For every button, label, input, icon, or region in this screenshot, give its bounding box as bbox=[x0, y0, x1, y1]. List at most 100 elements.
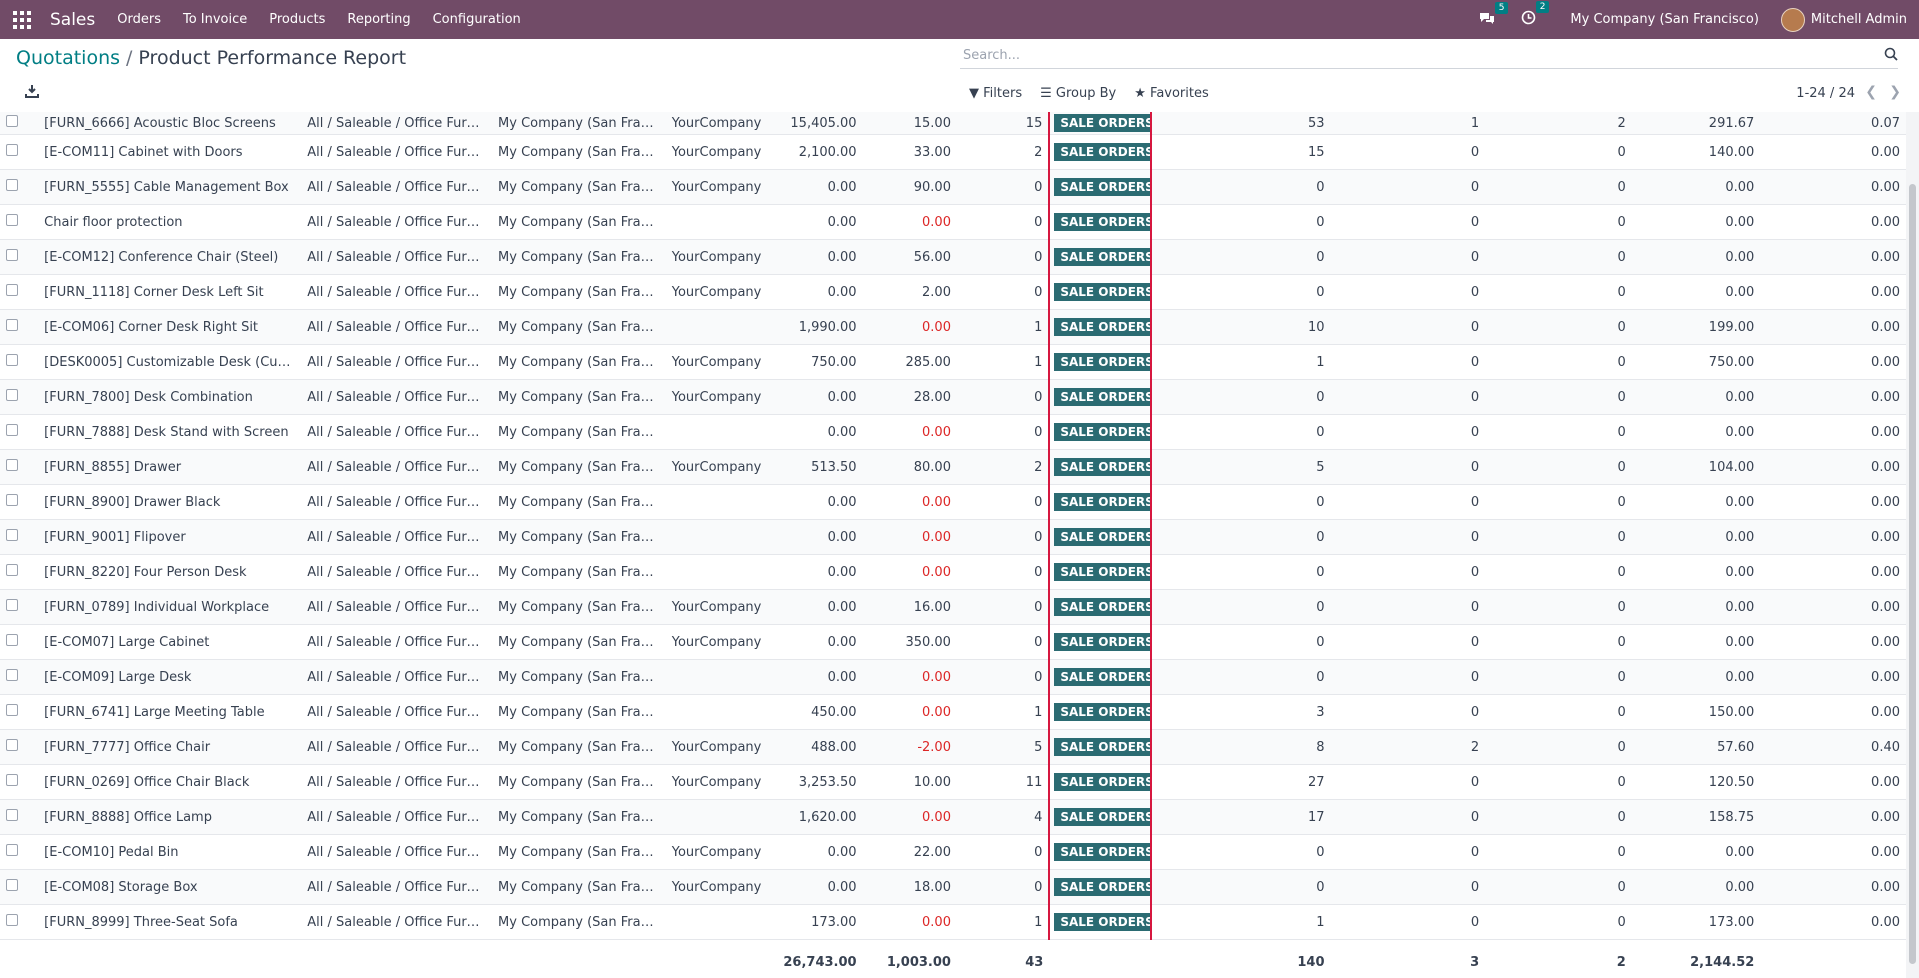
row-checkbox[interactable] bbox=[6, 564, 18, 576]
row-select[interactable] bbox=[0, 834, 39, 870]
user-avatar[interactable] bbox=[1780, 7, 1805, 32]
row-select[interactable] bbox=[0, 344, 39, 380]
sale-orders-button[interactable]: SALE ORDERS bbox=[1054, 423, 1149, 441]
messages-icon[interactable]: 5 bbox=[1479, 1, 1509, 29]
sale-orders-button[interactable]: SALE ORDERS bbox=[1054, 283, 1149, 301]
menu-products[interactable]: Products bbox=[269, 12, 325, 27]
search-input[interactable]: Search... bbox=[960, 44, 1898, 69]
table-row[interactable]: [FURN_6666] Acoustic Bloc Screens All / S… bbox=[0, 112, 1906, 135]
pager-next-icon[interactable]: ❯ bbox=[1889, 84, 1901, 100]
row-checkbox[interactable] bbox=[6, 774, 18, 786]
row-select[interactable] bbox=[0, 449, 39, 485]
menu-configuration[interactable]: Configuration bbox=[433, 12, 521, 27]
sale-orders-button[interactable]: SALE ORDERS bbox=[1054, 773, 1149, 791]
vertical-scrollbar[interactable] bbox=[1906, 112, 1919, 978]
row-select[interactable] bbox=[0, 414, 39, 450]
table-row[interactable]: [FURN_0269] Office Chair Black All / Sale… bbox=[0, 764, 1906, 800]
row-checkbox[interactable] bbox=[6, 529, 18, 541]
row-checkbox[interactable] bbox=[6, 319, 18, 331]
sale-orders-button[interactable]: SALE ORDERS bbox=[1054, 458, 1149, 476]
sale-orders-button[interactable]: SALE ORDERS bbox=[1054, 213, 1149, 231]
sale-orders-button[interactable]: SALE ORDERS bbox=[1054, 353, 1149, 371]
filters-button[interactable]: ▼ Filters bbox=[969, 86, 1022, 101]
sale-orders-button[interactable]: SALE ORDERS bbox=[1054, 598, 1149, 616]
table-row[interactable]: [FURN_8220] Four Person Desk All / Saleab… bbox=[0, 554, 1906, 590]
user-menu[interactable]: Mitchell Admin bbox=[1811, 12, 1907, 27]
row-checkbox[interactable] bbox=[6, 809, 18, 821]
row-checkbox[interactable] bbox=[6, 494, 18, 506]
row-select[interactable] bbox=[0, 169, 39, 205]
activities-clock-icon[interactable]: 2 bbox=[1521, 1, 1550, 29]
sale-orders-button[interactable]: SALE ORDERS bbox=[1054, 248, 1149, 266]
row-checkbox[interactable] bbox=[6, 634, 18, 646]
row-select[interactable] bbox=[0, 799, 39, 835]
table-row[interactable]: [FURN_5555] Cable Management Box All / Sa… bbox=[0, 169, 1906, 205]
row-checkbox[interactable] bbox=[6, 249, 18, 261]
table-row[interactable]: [FURN_0789] Individual Workplace All / Sa… bbox=[0, 589, 1906, 625]
table-row[interactable]: [FURN_9001] Flipover All / Saleable / Off… bbox=[0, 519, 1906, 555]
row-checkbox[interactable] bbox=[6, 739, 18, 751]
row-select[interactable] bbox=[0, 869, 39, 905]
table-row[interactable]: [E-COM10] Pedal Bin All / Saleable / Offi… bbox=[0, 834, 1906, 870]
table-row[interactable]: [FURN_7800] Desk Combination All / Saleab… bbox=[0, 379, 1906, 415]
company-switcher[interactable]: My Company (San Francisco) bbox=[1570, 12, 1758, 27]
sale-orders-button[interactable]: SALE ORDERS bbox=[1054, 178, 1149, 196]
table-row[interactable]: [E-COM07] Large Cabinet All / Saleable / … bbox=[0, 624, 1906, 660]
row-select[interactable] bbox=[0, 589, 39, 625]
table-row[interactable]: [E-COM12] Conference Chair (Steel) All / … bbox=[0, 239, 1906, 275]
table-row[interactable]: [FURN_1118] Corner Desk Left Sit All / Sa… bbox=[0, 274, 1906, 310]
sale-orders-button[interactable]: SALE ORDERS bbox=[1054, 114, 1149, 132]
pager-value[interactable]: 1-24 / 24 bbox=[1796, 86, 1855, 101]
menu-reporting[interactable]: Reporting bbox=[347, 12, 410, 27]
breadcrumb-quotations[interactable]: Quotations bbox=[16, 47, 120, 69]
row-checkbox[interactable] bbox=[6, 284, 18, 296]
row-select[interactable] bbox=[0, 519, 39, 555]
sale-orders-button[interactable]: SALE ORDERS bbox=[1054, 808, 1149, 826]
row-select[interactable] bbox=[0, 764, 39, 800]
sale-orders-button[interactable]: SALE ORDERS bbox=[1054, 668, 1149, 686]
table-row[interactable]: [E-COM06] Corner Desk Right Sit All / Sal… bbox=[0, 309, 1906, 345]
row-checkbox[interactable] bbox=[6, 424, 18, 436]
table-row[interactable]: [FURN_6741] Large Meeting Table All / Sal… bbox=[0, 694, 1906, 730]
row-select[interactable] bbox=[0, 134, 39, 170]
row-checkbox[interactable] bbox=[6, 914, 18, 926]
row-select[interactable] bbox=[0, 554, 39, 590]
download-icon[interactable] bbox=[25, 84, 39, 98]
row-checkbox[interactable] bbox=[6, 704, 18, 716]
row-select[interactable] bbox=[0, 239, 39, 275]
table-row[interactable]: [E-COM08] Storage Box All / Saleable / Of… bbox=[0, 869, 1906, 905]
sale-orders-button[interactable]: SALE ORDERS bbox=[1054, 633, 1149, 651]
scrollbar-thumb[interactable] bbox=[1909, 184, 1916, 964]
sale-orders-button[interactable]: SALE ORDERS bbox=[1054, 738, 1149, 756]
sale-orders-button[interactable]: SALE ORDERS bbox=[1054, 528, 1149, 546]
row-select[interactable] bbox=[0, 659, 39, 695]
sale-orders-button[interactable]: SALE ORDERS bbox=[1054, 318, 1149, 336]
row-checkbox[interactable] bbox=[6, 669, 18, 681]
sale-orders-button[interactable]: SALE ORDERS bbox=[1054, 703, 1149, 721]
table-row[interactable]: [FURN_8999] Three-Seat Sofa All / Saleabl… bbox=[0, 904, 1906, 940]
table-row[interactable]: [E-COM11] Cabinet with Doors All / Saleab… bbox=[0, 134, 1906, 170]
row-select[interactable] bbox=[0, 309, 39, 345]
group-by-button[interactable]: ☰ Group By bbox=[1040, 86, 1116, 101]
row-checkbox[interactable] bbox=[6, 389, 18, 401]
table-row[interactable]: [E-COM09] Large Desk All / Saleable / Off… bbox=[0, 659, 1906, 695]
row-select[interactable] bbox=[0, 624, 39, 660]
row-select[interactable] bbox=[0, 904, 39, 940]
table-row[interactable]: [FURN_7888] Desk Stand with Screen All / … bbox=[0, 414, 1906, 450]
row-select[interactable] bbox=[0, 729, 39, 765]
row-checkbox[interactable] bbox=[6, 844, 18, 856]
row-select[interactable] bbox=[0, 274, 39, 310]
sale-orders-button[interactable]: SALE ORDERS bbox=[1054, 563, 1149, 581]
row-checkbox[interactable] bbox=[6, 144, 18, 156]
table-row[interactable]: [DESK0005] Customizable Desk (Custom... A… bbox=[0, 344, 1906, 380]
menu-to-invoice[interactable]: To Invoice bbox=[183, 12, 247, 27]
sale-orders-button[interactable]: SALE ORDERS bbox=[1054, 843, 1149, 861]
row-checkbox[interactable] bbox=[6, 354, 18, 366]
sale-orders-button[interactable]: SALE ORDERS bbox=[1054, 143, 1149, 161]
sale-orders-button[interactable]: SALE ORDERS bbox=[1054, 913, 1149, 931]
table-row[interactable]: Chair floor protection All / Saleable / O… bbox=[0, 204, 1906, 240]
favorites-button[interactable]: ★ Favorites bbox=[1134, 86, 1209, 101]
row-select[interactable] bbox=[0, 112, 39, 135]
row-checkbox[interactable] bbox=[6, 459, 18, 471]
menu-orders[interactable]: Orders bbox=[117, 12, 161, 27]
